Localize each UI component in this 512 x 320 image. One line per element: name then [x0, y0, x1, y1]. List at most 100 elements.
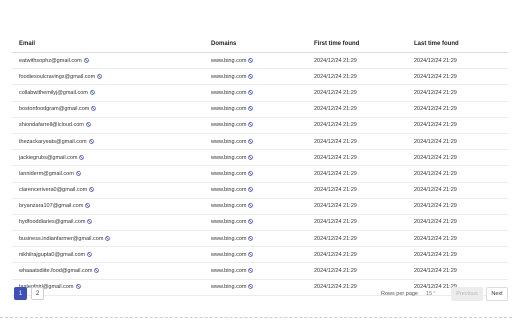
block-icon[interactable]	[248, 203, 254, 209]
first-time-found-cell: 2024/12/24 21:29	[314, 89, 357, 96]
email-cell: jackiegrubs@gmail.com	[12, 155, 211, 161]
block-icon[interactable]	[94, 268, 100, 273]
first-time-found-cell: 2024/12/24 21:29	[314, 219, 357, 226]
last-time-found-cell: 2024/12/24 21:29	[414, 73, 457, 80]
email-cell: hydfooddiaries@gmail.com	[12, 219, 211, 225]
table-row: bostonfoodgram@gmail.com www.bing.com 2024…	[12, 102, 508, 118]
block-icon[interactable]	[248, 122, 254, 128]
table-footer: 1 2 Rows per page 15 ^ Previous Next	[0, 285, 512, 305]
block-icon[interactable]	[248, 187, 254, 192]
domain-cell: www.bing.com	[211, 74, 314, 80]
first-time-found-cell: 2024/12/24 21:29	[314, 203, 357, 210]
table-row: nikhilrajgupta0@gmail.com www.bing.com 202…	[12, 247, 508, 264]
domain-cell: www.bing.com	[211, 106, 314, 112]
block-icon[interactable]	[248, 106, 254, 111]
block-icon[interactable]	[91, 106, 97, 111]
first-time-found-cell: 2024/12/24 21:29	[314, 122, 357, 129]
domain-text: www.bing.com	[211, 235, 247, 242]
block-icon[interactable]	[248, 57, 254, 63]
first-time-found-cell: 2024/12/24 21:29	[314, 57, 357, 64]
block-icon[interactable]	[248, 73, 254, 79]
domain-text: www.bing.com	[211, 122, 247, 129]
domain-cell: www.bing.com	[211, 268, 314, 274]
block-icon[interactable]	[85, 203, 91, 209]
last-time-found-cell: 2024/12/24 21:29	[414, 170, 457, 177]
previous-button[interactable]: Previous	[451, 287, 483, 301]
email-text: jackiegrubs@gmail.com	[19, 154, 78, 161]
email-cell: bostonfoodgram@gmail.com	[12, 106, 211, 112]
block-icon[interactable]	[248, 138, 254, 144]
table-row: whaaatsdiite.food@gmail.com www.bing.com 2…	[12, 263, 508, 280]
page-1-button[interactable]: 1	[14, 287, 27, 300]
block-icon[interactable]	[248, 171, 254, 176]
domain-cell: www.bing.com	[211, 187, 314, 193]
domain-text: www.bing.com	[211, 170, 247, 177]
domain-cell: www.bing.com	[211, 171, 314, 177]
domain-cell: www.bing.com	[211, 155, 314, 161]
block-icon[interactable]	[88, 138, 94, 144]
header-last-time-found: Last time found	[414, 41, 459, 47]
email-text: whaaatsdiite.food@gmail.com	[19, 268, 93, 275]
block-icon[interactable]	[86, 122, 91, 128]
table-row: jackiegrubs@gmail.com www.bing.com 2024/12…	[12, 150, 508, 167]
block-icon[interactable]	[87, 252, 92, 257]
block-icon[interactable]	[87, 219, 93, 225]
table-row: clarencerivera0@gmail.com www.bing.com 202…	[12, 183, 508, 199]
email-text: hydfooddiaries@gmail.com	[19, 219, 86, 226]
domain-text: www.bing.com	[211, 154, 247, 161]
last-time-found-cell: 2024/12/24 21:29	[414, 122, 457, 129]
results-table: Email Domains First time found Last time…	[12, 36, 508, 296]
domain-text: www.bing.com	[211, 268, 247, 275]
last-time-found-cell: 2024/12/24 21:29	[414, 89, 457, 96]
block-icon[interactable]	[83, 57, 89, 63]
domain-cell: www.bing.com	[211, 58, 314, 64]
first-time-found-cell: 2024/12/24 21:29	[314, 106, 357, 113]
email-cell: lanniderm@gmail.com	[12, 171, 211, 177]
domain-text: www.bing.com	[211, 251, 247, 258]
header-first-time-found: First time found	[314, 41, 360, 47]
first-time-found-cell: 2024/12/24 21:29	[314, 187, 357, 194]
block-icon[interactable]	[75, 171, 81, 176]
header-email: Email	[19, 41, 36, 47]
next-button[interactable]: Next	[486, 287, 508, 301]
email-cell: thezackaryeats@gmail.com	[12, 139, 211, 145]
block-icon[interactable]	[248, 252, 254, 257]
block-icon[interactable]	[79, 154, 85, 160]
domain-cell: www.bing.com	[211, 203, 314, 209]
block-icon[interactable]	[89, 187, 95, 192]
domain-text: www.bing.com	[211, 57, 247, 64]
domain-text: www.bing.com	[211, 203, 247, 210]
email-cell: eatwithsophz@gmail.com	[12, 58, 211, 64]
block-icon[interactable]	[248, 268, 254, 273]
rows-per-page-select[interactable]: 15 ^	[426, 288, 446, 300]
first-time-found-cell: 2024/12/24 21:29	[314, 170, 357, 177]
block-icon[interactable]	[248, 90, 254, 95]
email-cell: collabwithemilyj@gmail.com	[12, 90, 211, 96]
block-icon[interactable]	[97, 73, 103, 79]
rows-per-page-label: Rows per page	[381, 291, 418, 297]
last-time-found-cell: 2024/12/24 21:29	[414, 219, 457, 226]
page-2-button[interactable]: 2	[31, 287, 44, 300]
email-text: thezackaryeats@gmail.com	[19, 138, 87, 145]
block-icon[interactable]	[248, 219, 254, 225]
block-icon[interactable]	[248, 235, 254, 241]
block-icon[interactable]	[90, 90, 95, 95]
email-text: foodiesoulcravings@gmail.com	[19, 73, 96, 80]
table-row: thezackaryeats@gmail.com www.bing.com 2024…	[12, 134, 508, 151]
first-time-found-cell: 2024/12/24 21:29	[314, 235, 357, 242]
email-text: bryanzara107@gmail.com	[19, 203, 84, 210]
bottom-divider	[0, 317, 512, 318]
first-time-found-cell: 2024/12/24 21:29	[314, 138, 357, 145]
block-icon[interactable]	[248, 154, 254, 160]
block-icon[interactable]	[105, 235, 111, 241]
email-cell: whaaatsdiite.food@gmail.com	[12, 268, 211, 274]
email-text: business.indianfarmer@gmail.com	[19, 235, 104, 242]
last-time-found-cell: 2024/12/24 21:29	[414, 235, 457, 242]
domain-text: www.bing.com	[211, 187, 247, 194]
domain-cell: www.bing.com	[211, 219, 314, 225]
last-time-found-cell: 2024/12/24 21:29	[414, 268, 457, 275]
last-time-found-cell: 2024/12/24 21:29	[414, 57, 457, 64]
chevron-up-icon: ^	[433, 291, 436, 297]
domain-cell: www.bing.com	[211, 90, 314, 96]
email-text: clarencerivera0@gmail.com	[19, 187, 88, 194]
